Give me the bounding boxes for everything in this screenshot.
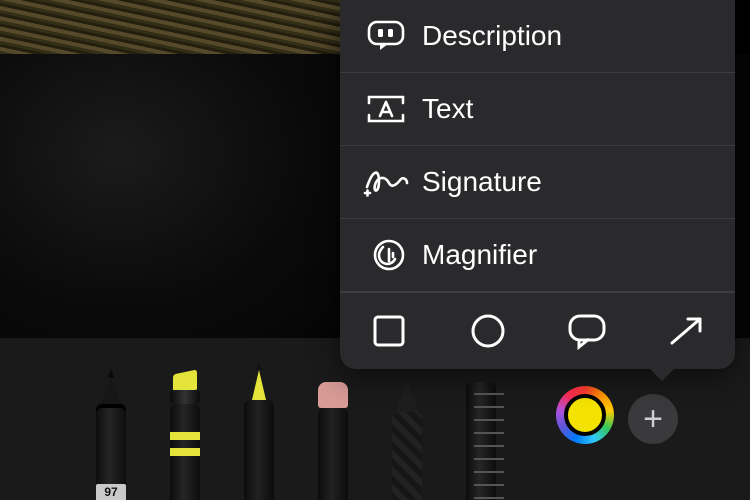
signature-icon [358, 165, 414, 199]
shape-rectangle-button[interactable] [354, 301, 424, 361]
menu-item-label: Signature [422, 166, 542, 198]
eraser-body [318, 408, 348, 500]
shape-row [340, 292, 735, 369]
shape-circle-button[interactable] [453, 301, 523, 361]
pencil-tip-icon [252, 370, 266, 400]
color-picker-button[interactable] [556, 386, 614, 444]
text-icon [358, 93, 414, 125]
menu-item-label: Magnifier [422, 239, 537, 271]
add-button[interactable]: + [628, 394, 678, 444]
shape-arrow-button[interactable] [651, 301, 721, 361]
lasso-body [392, 412, 422, 500]
add-popover: Description Text Signature [340, 0, 735, 369]
photo-preview [0, 0, 340, 54]
highlighter-band [170, 448, 200, 456]
menu-item-text[interactable]: Text [340, 73, 735, 146]
eraser-cap-icon [318, 382, 348, 408]
highlighter-collar [170, 390, 200, 404]
pen-tip-icon [101, 378, 121, 404]
description-icon [358, 19, 414, 53]
menu-item-description[interactable]: Description [340, 0, 735, 73]
lasso-tip-icon [395, 380, 419, 412]
shape-speech-bubble-button[interactable] [552, 301, 622, 361]
menu-item-magnifier[interactable]: Magnifier [340, 219, 735, 292]
menu-item-label: Text [422, 93, 473, 125]
ruler-body-icon [466, 382, 496, 500]
highlighter-band [170, 432, 200, 440]
menu-item-signature[interactable]: Signature [340, 146, 735, 219]
menu-item-label: Description [422, 20, 562, 52]
current-color-swatch [564, 394, 606, 436]
plus-icon: + [643, 400, 663, 439]
pencil-body [244, 400, 274, 500]
tool-size-badge: 97 [96, 484, 126, 500]
magnifier-icon [358, 237, 414, 273]
canvas-area[interactable] [0, 54, 340, 338]
